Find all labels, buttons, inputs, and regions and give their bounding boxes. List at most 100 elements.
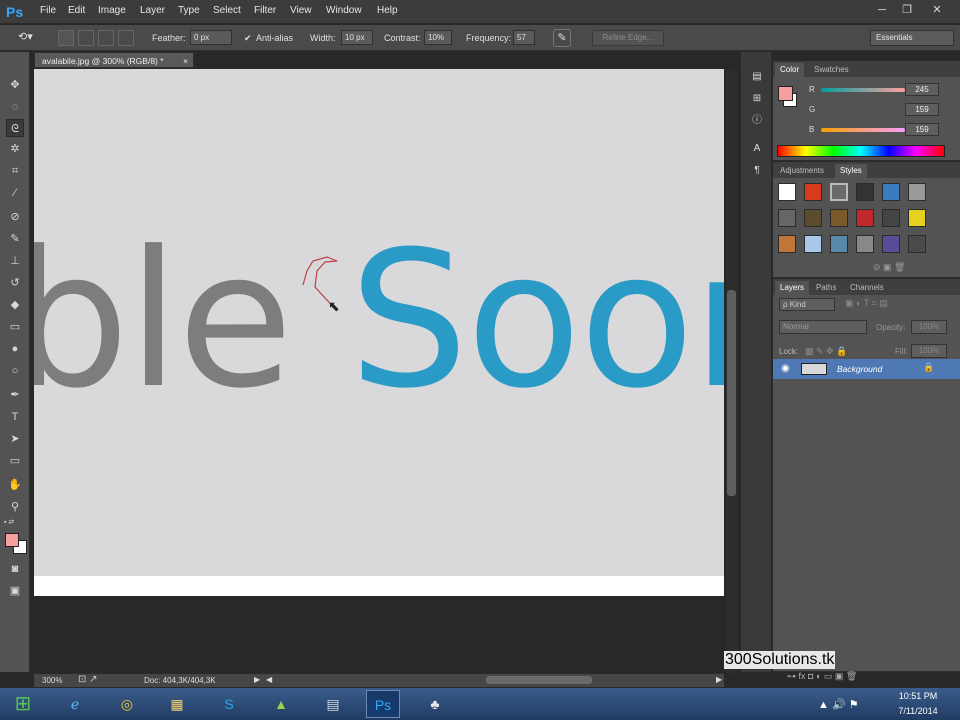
feather-input[interactable]: 0 px bbox=[190, 30, 232, 45]
menu-image[interactable]: Image bbox=[98, 5, 126, 16]
scroll-left-arrow-icon[interactable]: ◀ bbox=[266, 675, 272, 684]
style-swatch[interactable] bbox=[804, 209, 822, 227]
style-swatch[interactable] bbox=[830, 235, 848, 253]
style-swatch[interactable] bbox=[778, 235, 796, 253]
style-swatch[interactable] bbox=[882, 183, 900, 201]
new-selection-icon[interactable] bbox=[58, 30, 74, 46]
channel-g-slider[interactable] bbox=[821, 108, 905, 112]
swap-colors-icon[interactable]: ▪ ⇄ bbox=[4, 518, 28, 528]
restore-button[interactable]: ❐ bbox=[896, 2, 918, 18]
style-swatch[interactable] bbox=[908, 235, 926, 253]
photoshop-taskbar-icon[interactable]: Ps bbox=[366, 690, 400, 718]
clock-time[interactable]: 10:51 PM bbox=[894, 691, 942, 701]
taskbar-app-icon[interactable]: ▲ bbox=[264, 690, 298, 718]
menu-layer[interactable]: Layer bbox=[140, 5, 165, 16]
subtract-selection-icon[interactable] bbox=[98, 30, 114, 46]
properties-panel-icon[interactable]: ⊞ bbox=[748, 90, 766, 108]
style-swatch[interactable] bbox=[856, 209, 874, 227]
layer-filter-icons[interactable]: ▣ ◐ T ⌗ ▤ bbox=[845, 298, 888, 309]
info-panel-icon[interactable]: ⓘ bbox=[748, 112, 766, 130]
tab-channels[interactable]: Channels bbox=[845, 281, 889, 295]
style-swatch[interactable] bbox=[830, 183, 848, 201]
layer-filter-kind[interactable]: ρ Kind bbox=[779, 298, 835, 311]
style-swatch[interactable] bbox=[804, 183, 822, 201]
chrome-icon[interactable]: ◎ bbox=[110, 690, 144, 718]
skype-icon[interactable]: S bbox=[212, 690, 246, 718]
style-footer-icons[interactable]: ⊘ ▣ 🗑 bbox=[873, 262, 905, 273]
zoom-tool-icon[interactable]: ⚲ bbox=[6, 498, 24, 516]
style-swatch[interactable] bbox=[908, 209, 926, 227]
close-button[interactable]: ✕ bbox=[926, 2, 948, 18]
workspace-select[interactable]: Essentials bbox=[870, 30, 954, 46]
style-swatch[interactable] bbox=[856, 235, 874, 253]
style-none-swatch[interactable] bbox=[778, 183, 796, 201]
gradient-tool-icon[interactable]: ▭ bbox=[6, 318, 24, 336]
menu-view[interactable]: View bbox=[290, 5, 312, 16]
path-selection-tool-icon[interactable]: ➤ bbox=[6, 430, 24, 448]
style-swatch[interactable] bbox=[882, 209, 900, 227]
document-tab-close-icon[interactable]: × bbox=[183, 53, 188, 69]
tab-layers[interactable]: Layers bbox=[775, 281, 810, 295]
taskbar-app-icon[interactable]: ▤ bbox=[316, 690, 350, 718]
brush-tool-icon[interactable]: ✎ bbox=[6, 230, 24, 248]
opacity-input[interactable]: 100% bbox=[911, 320, 947, 334]
channel-r-value[interactable]: 245 bbox=[905, 83, 939, 96]
type-tool-icon[interactable]: T bbox=[6, 408, 24, 426]
tab-color[interactable]: Color bbox=[775, 63, 805, 77]
style-swatch[interactable] bbox=[882, 235, 900, 253]
menu-help[interactable]: Help bbox=[377, 5, 398, 16]
screen-mode-icon[interactable]: ▣ bbox=[6, 582, 24, 600]
blend-mode-select[interactable]: Normal bbox=[779, 320, 867, 334]
color-foreground-swatch[interactable] bbox=[778, 86, 793, 101]
marquee-tool-icon[interactable]: ◌ bbox=[6, 98, 24, 116]
eyedropper-tool-icon[interactable]: ⁄ bbox=[6, 184, 24, 202]
intersect-selection-icon[interactable] bbox=[118, 30, 134, 46]
magic-wand-tool-icon[interactable]: ✲ bbox=[6, 140, 24, 158]
channel-b-value[interactable]: 159 bbox=[905, 123, 939, 136]
style-swatch[interactable] bbox=[830, 209, 848, 227]
add-selection-icon[interactable] bbox=[78, 30, 94, 46]
tablet-pressure-icon[interactable]: ✎ bbox=[553, 29, 571, 47]
frequency-input[interactable]: 57 bbox=[513, 30, 535, 45]
menu-file[interactable]: File bbox=[40, 5, 56, 16]
quick-mask-icon[interactable]: ◙ bbox=[6, 560, 24, 578]
contrast-input[interactable]: 10% bbox=[424, 30, 452, 45]
stamp-tool-icon[interactable]: ⊥ bbox=[6, 252, 24, 270]
document-tab[interactable]: avalabile.jpg @ 300% (RGB/8) * × bbox=[34, 52, 194, 68]
layer-row[interactable]: ◉ Background 🔒 bbox=[773, 359, 960, 379]
healing-brush-tool-icon[interactable]: ⊘ bbox=[6, 208, 24, 226]
style-swatch[interactable] bbox=[778, 209, 796, 227]
lasso-tool-icon[interactable]: ᘓ bbox=[6, 119, 24, 137]
crop-tool-icon[interactable]: ⌗ bbox=[6, 162, 24, 180]
vertical-scroll-thumb[interactable] bbox=[727, 290, 736, 496]
menu-select[interactable]: Select bbox=[213, 5, 241, 16]
blur-tool-icon[interactable]: ● bbox=[6, 340, 24, 358]
start-button-icon[interactable]: ⊞ bbox=[6, 690, 40, 718]
zoom-level[interactable]: 300% bbox=[42, 676, 62, 685]
color-spectrum-ramp[interactable] bbox=[777, 145, 945, 157]
tab-swatches[interactable]: Swatches bbox=[809, 63, 854, 77]
system-tray-icons[interactable]: ▲ 🔊 ⚑ bbox=[818, 698, 859, 711]
style-swatch[interactable] bbox=[908, 183, 926, 201]
menu-edit[interactable]: Edit bbox=[68, 5, 85, 16]
paragraph-panel-icon[interactable]: ¶ bbox=[748, 162, 766, 180]
character-panel-icon[interactable]: A bbox=[748, 140, 766, 158]
document-canvas[interactable]: ble Soon ⬉ bbox=[34, 69, 724, 576]
layers-footer-icons[interactable]: ⊶ fx ◘ ◐ ▭ ▣ 🗑 bbox=[787, 671, 857, 682]
antialias-checkbox[interactable]: ✔ bbox=[244, 33, 252, 44]
horizontal-scroll-thumb[interactable] bbox=[486, 676, 592, 684]
channel-r-slider[interactable] bbox=[821, 88, 905, 92]
menu-filter[interactable]: Filter bbox=[254, 5, 276, 16]
rectangle-tool-icon[interactable]: ▭ bbox=[6, 452, 24, 470]
layer-name[interactable]: Background bbox=[837, 364, 882, 374]
file-explorer-icon[interactable]: ▦ bbox=[160, 690, 194, 718]
tab-styles[interactable]: Styles bbox=[835, 164, 867, 178]
fill-input[interactable]: 100% bbox=[911, 344, 947, 358]
status-menu-arrow-icon[interactable]: ▶ bbox=[254, 675, 260, 684]
hand-tool-icon[interactable]: ✋ bbox=[6, 476, 24, 494]
scroll-right-arrow-icon[interactable]: ▶ bbox=[716, 675, 722, 684]
clock-date[interactable]: 7/11/2014 bbox=[894, 706, 942, 716]
channel-g-value[interactable]: 159 bbox=[905, 103, 939, 116]
move-tool-icon[interactable]: ✥ bbox=[6, 76, 24, 94]
minimize-button[interactable]: ─ bbox=[871, 2, 893, 18]
